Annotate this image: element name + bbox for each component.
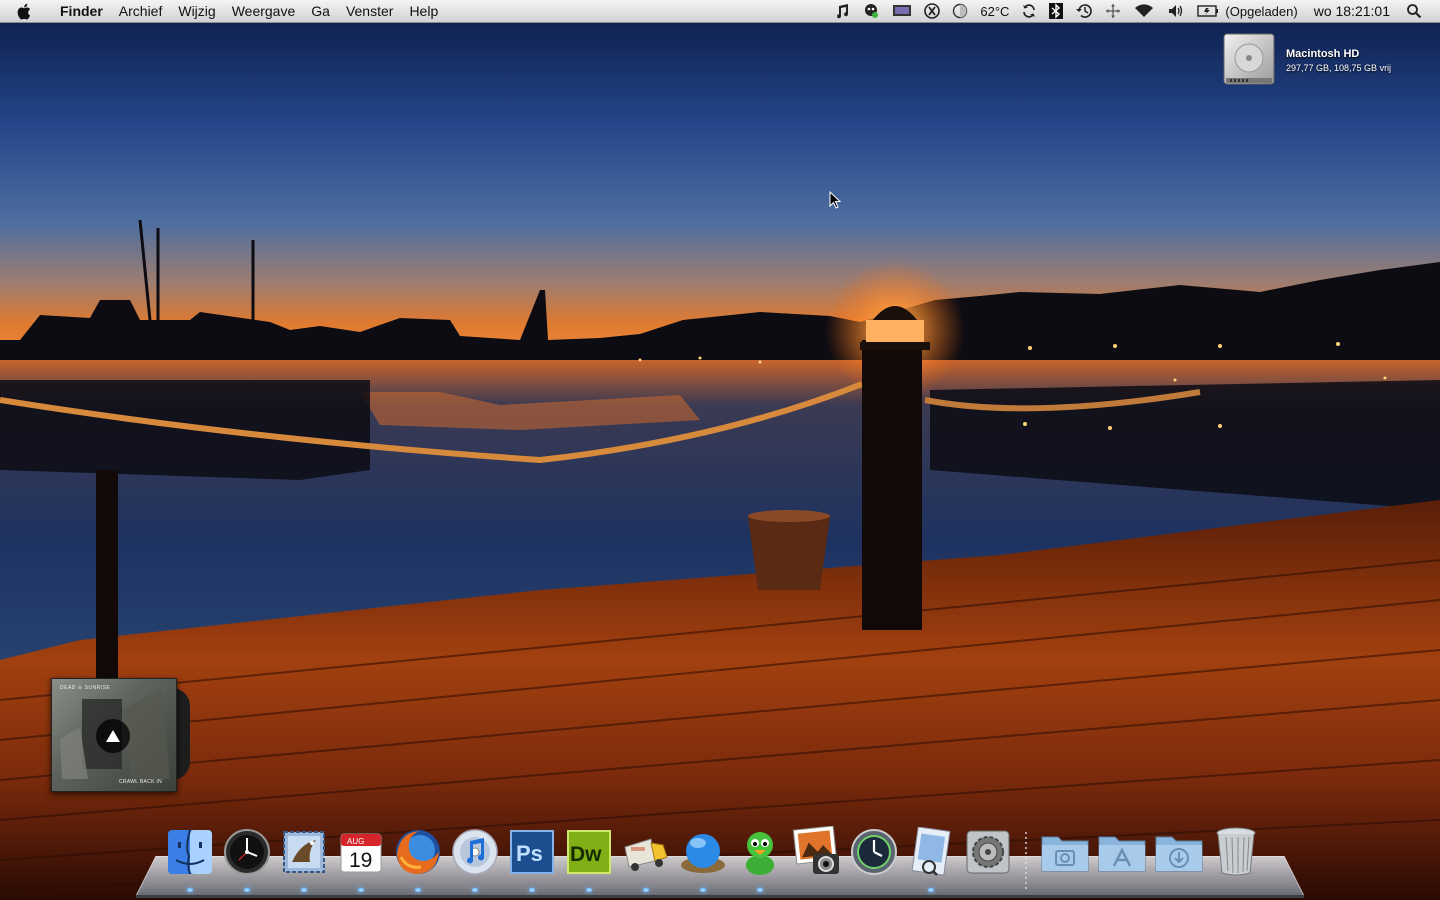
running-indicator bbox=[529, 888, 535, 892]
iphoto-icon[interactable] bbox=[791, 826, 843, 878]
dw-label: Dw bbox=[570, 843, 602, 866]
running-indicator bbox=[643, 888, 649, 892]
trash-icon[interactable] bbox=[1210, 826, 1262, 878]
adium-icon[interactable] bbox=[856, 0, 886, 22]
wallpaper-scene bbox=[0, 0, 1440, 900]
bluetooth-icon[interactable] bbox=[1043, 0, 1069, 22]
half-moon-icon[interactable] bbox=[946, 0, 974, 22]
menu-weergave[interactable]: Weergave bbox=[224, 0, 304, 22]
hd-label-group: Macintosh HD 297,77 GB, 108,75 GB vrij bbox=[1286, 48, 1391, 73]
menu-bar: Finder Archief Wijzig Weergave Ga Venste… bbox=[0, 0, 1440, 23]
ps-label: Ps bbox=[516, 841, 543, 866]
battery-icon[interactable] bbox=[1191, 0, 1225, 22]
applications-stack-icon[interactable] bbox=[1096, 826, 1148, 878]
ical-day: 19 bbox=[349, 849, 372, 872]
status-menus: 62°C (Opgeladen) wo 18:21:01 bbox=[828, 0, 1440, 22]
firefox-icon[interactable] bbox=[392, 826, 444, 892]
move-icon[interactable] bbox=[1099, 0, 1127, 22]
running-indicator bbox=[301, 888, 307, 892]
mouse-cursor bbox=[829, 190, 842, 214]
volume-icon[interactable] bbox=[1161, 0, 1191, 22]
hd-info: 297,77 GB, 108,75 GB vrij bbox=[1286, 63, 1392, 73]
dock: AUG 19 Ps Dw bbox=[164, 826, 1267, 896]
preview-icon[interactable] bbox=[905, 826, 957, 892]
finder-icon[interactable] bbox=[164, 826, 216, 892]
pictures-stack-icon[interactable] bbox=[1039, 826, 1091, 878]
apple-menu-icon[interactable] bbox=[16, 3, 38, 20]
time-machine-icon[interactable] bbox=[848, 826, 900, 878]
running-indicator bbox=[586, 888, 592, 892]
menubar-clock[interactable]: wo 18:21:01 bbox=[1304, 0, 1400, 22]
adium-icon[interactable] bbox=[734, 826, 786, 892]
downloads-stack-icon[interactable] bbox=[1153, 826, 1205, 878]
system-preferences-icon[interactable] bbox=[962, 826, 1014, 878]
dock-separator bbox=[1019, 826, 1033, 890]
running-indicator bbox=[700, 888, 706, 892]
running-indicator bbox=[472, 888, 478, 892]
menu-wijzig[interactable]: Wijzig bbox=[170, 0, 223, 22]
spotlight-icon[interactable] bbox=[1400, 0, 1428, 22]
running-indicator bbox=[415, 888, 421, 892]
menu-venster[interactable]: Venster bbox=[338, 0, 401, 22]
battery-status[interactable]: (Opgeladen) bbox=[1225, 0, 1303, 22]
dreamweaver-icon[interactable]: Dw bbox=[563, 826, 615, 892]
menu-archief[interactable]: Archief bbox=[111, 0, 171, 22]
display-icon[interactable] bbox=[886, 0, 918, 22]
photoshop-icon[interactable]: Ps bbox=[506, 826, 558, 892]
hd-name: Macintosh HD bbox=[1286, 48, 1360, 60]
menu-ga[interactable]: Ga bbox=[303, 0, 338, 22]
play-button[interactable] bbox=[96, 719, 130, 753]
sync-icon[interactable] bbox=[1015, 0, 1043, 22]
music-note-icon[interactable] bbox=[828, 0, 856, 22]
temperature-reading[interactable]: 62°C bbox=[974, 0, 1015, 22]
desktop-hd-item[interactable]: Macintosh HD 297,77 GB, 108,75 GB vrij bbox=[1222, 32, 1391, 88]
running-indicator bbox=[928, 888, 934, 892]
menu-finder[interactable]: Finder bbox=[52, 0, 111, 22]
album-track: CRAWL BACK IN bbox=[119, 779, 162, 785]
ical-month: AUG bbox=[347, 837, 364, 846]
nest-icon[interactable] bbox=[677, 826, 729, 892]
mail-icon[interactable] bbox=[278, 826, 330, 892]
time-machine-icon[interactable] bbox=[1069, 0, 1099, 22]
hard-disk-icon[interactable] bbox=[1222, 32, 1276, 88]
menu-help[interactable]: Help bbox=[401, 0, 446, 22]
transmit-icon[interactable] bbox=[620, 826, 672, 892]
clock-widget-icon[interactable] bbox=[221, 826, 273, 892]
wifi-icon[interactable] bbox=[1127, 0, 1161, 22]
album-art-widget[interactable]: DEAD ☠ SUNRISE CRAWL BACK IN bbox=[51, 678, 177, 792]
running-indicator bbox=[187, 888, 193, 892]
ical-icon[interactable]: AUG 19 bbox=[335, 826, 387, 892]
itunes-icon[interactable] bbox=[449, 826, 501, 892]
running-indicator bbox=[244, 888, 250, 892]
running-indicator bbox=[757, 888, 763, 892]
x-circle-icon[interactable] bbox=[918, 0, 946, 22]
desktop-wallpaper bbox=[0, 0, 1440, 900]
running-indicator bbox=[358, 888, 364, 892]
